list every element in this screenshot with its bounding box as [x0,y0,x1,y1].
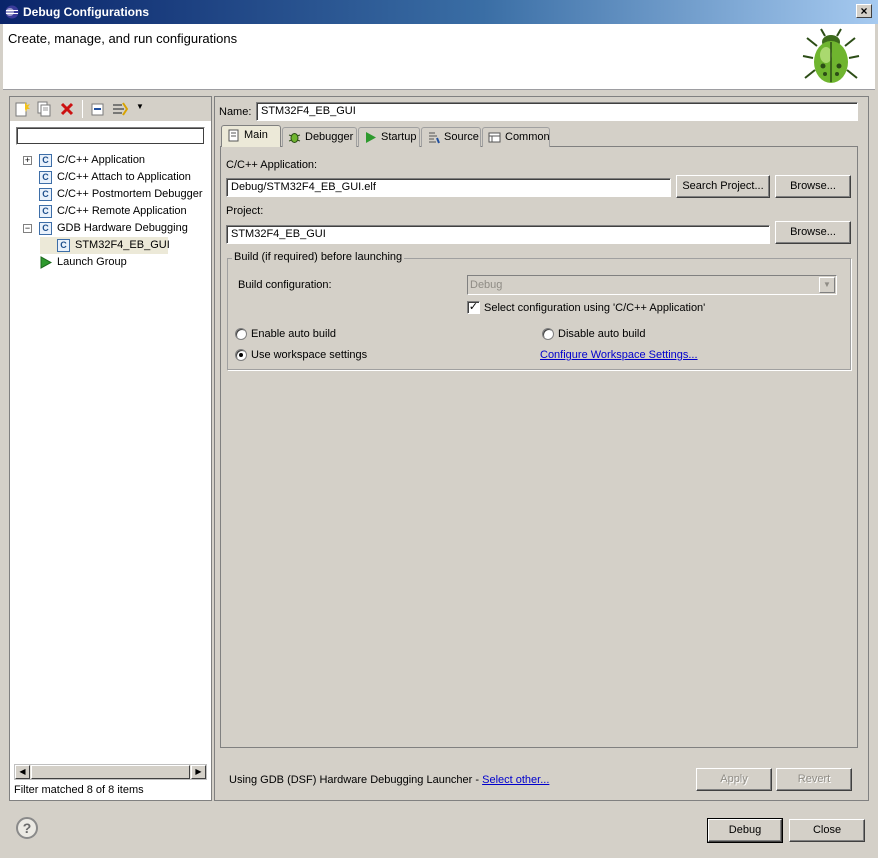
tree-item-stm32f4-eb-gui[interactable]: C STM32F4_EB_GUI [40,237,170,254]
tree-item-label: C/C++ Application [57,154,146,166]
tab-common[interactable]: Common [482,127,550,147]
chevron-down-icon: ▼ [819,277,835,293]
c-config-icon: C [39,222,52,235]
launcher-text: Using GDB (DSF) Hardware Debugging Launc… [229,774,549,786]
configuration-tree-panel: ▼ + C C/C++ Application C C/C++ Attach t… [9,96,212,801]
duplicate-icon[interactable] [36,101,52,117]
tree-item-gdb-hardware-debugging[interactable]: − C GDB Hardware Debugging [22,220,208,237]
build-configuration-label: Build configuration: [238,279,332,291]
banner: Create, manage, and run configurations [3,24,875,90]
tree-item-label: C/C++ Postmortem Debugger [57,188,203,200]
project-field[interactable]: STM32F4_EB_GUI [226,225,770,244]
scroll-right-icon[interactable]: ▶ [191,765,206,779]
bug-icon [802,28,860,83]
project-label: Project: [226,205,264,217]
cpp-application-field[interactable]: Debug/STM32F4_EB_GUI.elf [226,178,671,197]
tab-debugger[interactable]: Debugger [282,127,357,147]
c-config-icon: C [39,154,52,167]
tab-label: Startup [381,131,417,143]
tree-item-label: C/C++ Remote Application [57,205,187,217]
launcher-description: Using GDB (DSF) Hardware Debugging Launc… [229,774,483,786]
collapse-icon[interactable]: − [23,224,32,233]
tab-main[interactable]: Main [221,125,281,147]
window-title: Debug Configurations [23,5,149,19]
tree-item-cpp-application[interactable]: + C C/C++ Application [22,152,202,169]
filter-input[interactable] [16,127,205,145]
title-bar: Debug Configurations × [0,0,878,24]
toolbar-separator [82,100,83,118]
use-workspace-settings-radio[interactable] [235,349,247,361]
new-configuration-icon[interactable] [14,101,30,117]
scroll-left-icon[interactable]: ◀ [15,765,30,779]
debugger-tab-icon [288,133,301,143]
tree-item-launch-group[interactable]: Launch Group [22,254,208,271]
disable-auto-build-radio[interactable] [542,328,554,340]
startup-tab-icon [366,132,376,143]
banner-text: Create, manage, and run configurations [8,31,238,46]
tree-item-label: GDB Hardware Debugging [57,222,188,234]
filter-status: Filter matched 8 of 8 items [14,784,144,796]
select-config-label: Select configuration using 'C/C++ Applic… [484,302,706,314]
name-field[interactable]: STM32F4_EB_GUI [256,102,858,121]
c-config-icon: C [39,171,52,184]
tree-item-cpp-remote[interactable]: C C/C++ Remote Application [22,203,208,220]
tree-toolbar: ▼ [10,97,211,121]
tab-source[interactable]: Source [421,127,481,147]
eclipse-icon [5,5,19,19]
tree-item-cpp-postmortem[interactable]: C C/C++ Postmortem Debugger [22,186,208,203]
tab-label: Source [444,131,479,143]
configure-workspace-settings-link[interactable]: Configure Workspace Settings... [540,349,698,361]
browse-project-button[interactable]: Browse... [775,221,851,244]
apply-button[interactable]: Apply [696,768,772,791]
common-tab-icon [488,132,501,143]
search-project-button[interactable]: Search Project... [676,175,770,198]
browse-application-button[interactable]: Browse... [775,175,851,198]
enable-auto-build-radio[interactable] [235,328,247,340]
tab-startup[interactable]: Startup [358,127,420,147]
select-config-checkbox[interactable]: ✓ [467,301,480,314]
tree-item-label: Launch Group [57,256,127,268]
delete-icon[interactable] [59,101,75,117]
filter-icon[interactable] [112,101,128,117]
horizontal-scrollbar[interactable]: ◀ ▶ [14,764,207,780]
dropdown-arrow-icon[interactable]: ▼ [136,102,144,111]
launch-group-icon [40,256,52,269]
debug-button[interactable]: Debug [707,818,783,843]
build-configuration-value: Debug [470,279,503,291]
c-config-icon: C [39,205,52,218]
tab-label: Debugger [305,131,354,143]
select-other-link[interactable]: Select other... [482,774,549,786]
disable-auto-build-label: Disable auto build [558,328,646,340]
c-config-icon: C [39,188,52,201]
tab-label: Main [244,129,268,141]
tree-item-label: STM32F4_EB_GUI [75,239,170,251]
cpp-application-label: C/C++ Application: [226,159,318,171]
help-icon[interactable]: ? [16,817,38,839]
tab-label: Common [505,131,550,143]
tree-item-label: C/C++ Attach to Application [57,171,191,183]
tree-item-cpp-attach[interactable]: C C/C++ Attach to Application [22,169,208,186]
main-tab-icon [228,129,239,142]
collapse-all-icon[interactable] [90,101,106,117]
revert-button[interactable]: Revert [776,768,852,791]
close-window-button[interactable]: × [856,4,872,18]
expand-icon[interactable]: + [23,156,32,165]
build-configuration-select: Debug ▼ [467,275,837,295]
name-label: Name: [219,106,252,118]
build-group-label: Build (if required) before launching [232,251,405,263]
source-tab-icon [429,132,440,144]
scrollbar-thumb[interactable] [31,765,190,779]
close-button[interactable]: Close [789,819,865,842]
enable-auto-build-label: Enable auto build [251,328,337,340]
use-workspace-settings-label: Use workspace settings [251,349,368,361]
c-config-icon: C [57,239,70,252]
